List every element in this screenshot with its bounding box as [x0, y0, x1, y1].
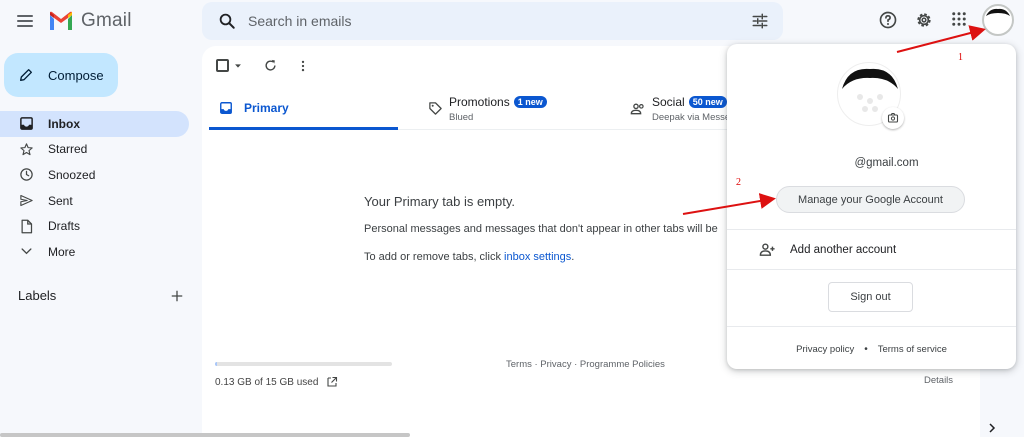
account-popup: @gmail.com Manage your Google Account Ad…: [727, 44, 1016, 369]
clock-icon: [18, 167, 34, 183]
sidebar-item-sent[interactable]: Sent: [0, 188, 189, 214]
sidebar-item-label: Drafts: [48, 219, 81, 234]
hint-suffix: .: [571, 251, 575, 263]
separator-dot: •: [864, 344, 868, 355]
empty-state-text: Personal messages and messages that don'…: [364, 223, 718, 235]
person-add-icon: [759, 243, 775, 256]
add-label-icon[interactable]: [170, 289, 184, 303]
open-external-icon[interactable]: [326, 376, 338, 388]
settings-icon[interactable]: [914, 10, 934, 30]
hint-prefix: To add or remove tabs, click: [364, 251, 505, 263]
sidebar-item-more[interactable]: More: [0, 239, 189, 265]
storage-bar-fill: [215, 362, 217, 366]
avatar-image: [986, 8, 1010, 16]
divider: [727, 229, 1016, 230]
pencil-icon: [20, 69, 32, 81]
tab-subtext: Blued: [449, 112, 474, 123]
search-input[interactable]: [248, 10, 728, 32]
privacy-policy-link[interactable]: Privacy policy: [796, 344, 854, 355]
camera-icon[interactable]: [882, 107, 904, 129]
add-account-button[interactable]: Add another account: [759, 241, 896, 258]
popup-footer: Privacy policy • Terms of service: [727, 344, 1016, 355]
sidebar-item-inbox[interactable]: Inbox: [0, 111, 189, 137]
storage-meter: 0.13 GB of 15 GB used: [215, 362, 392, 388]
divider: [727, 269, 1016, 270]
tab-social[interactable]: Social 50 new Deepak via Messe: [620, 88, 740, 130]
chevron-right-icon[interactable]: [986, 422, 998, 434]
annotation-step-1: 1: [958, 52, 963, 63]
horizontal-scrollbar[interactable]: [0, 433, 410, 437]
tab-label-text: Social: [652, 95, 685, 109]
sidebar-item-label: Inbox: [48, 116, 80, 131]
inbox-settings-link[interactable]: inbox settings: [504, 251, 571, 263]
chevron-down-icon: [18, 244, 34, 260]
sidebar-item-label: Snoozed: [48, 167, 96, 182]
search-bar[interactable]: [202, 2, 783, 40]
divider: [727, 326, 1016, 327]
sidebar-item-label: Starred: [48, 142, 88, 157]
details-link[interactable]: Details: [924, 375, 953, 386]
more-vert-icon[interactable]: [296, 59, 310, 73]
star-icon: [18, 141, 34, 157]
account-email: @gmail.com: [854, 157, 919, 169]
select-all-checkbox[interactable]: [216, 59, 229, 72]
tab-primary[interactable]: Primary: [209, 88, 398, 130]
new-badge: 1 new: [513, 96, 547, 108]
sidebar-item-label: More: [48, 244, 76, 259]
manage-account-button[interactable]: Manage your Google Account: [776, 186, 965, 213]
gmail-m-icon: [50, 11, 72, 30]
sign-out-button[interactable]: Sign out: [828, 282, 913, 312]
footer-links[interactable]: Terms · Privacy · Programme Policies: [506, 359, 665, 370]
inbox-icon: [220, 102, 232, 114]
terms-of-service-link[interactable]: Terms of service: [878, 344, 947, 355]
empty-state: Your Primary tab is empty. Personal mess…: [364, 194, 764, 279]
gmail-logo[interactable]: Gmail: [48, 10, 132, 32]
annotation-step-2: 2: [736, 177, 741, 188]
labels-header: Labels: [18, 288, 184, 303]
draft-icon: [18, 218, 34, 234]
sidebar-nav: Inbox Starred Snoozed Sent Drafts More: [0, 111, 189, 265]
apps-icon[interactable]: [950, 10, 968, 28]
storage-bar: [215, 362, 392, 366]
compose-button[interactable]: Compose: [4, 53, 118, 97]
search-icon[interactable]: [218, 12, 236, 30]
tab-promotions[interactable]: Promotions 1 new Blued: [418, 88, 608, 130]
chevron-down-icon[interactable]: [233, 61, 243, 71]
tab-label-text: Promotions: [449, 95, 510, 109]
people-icon: [630, 103, 644, 115]
inbox-icon: [18, 116, 34, 132]
tab-subtext: Deepak via Messe: [652, 112, 731, 123]
labels-heading: Labels: [18, 288, 57, 303]
tab-label: Promotions 1 new: [449, 95, 547, 109]
new-badge: 50 new: [688, 96, 727, 108]
compose-label: Compose: [48, 67, 104, 83]
tune-icon[interactable]: [751, 12, 769, 30]
add-account-label: Add another account: [790, 243, 897, 256]
logo-text: Gmail: [81, 10, 132, 31]
tag-icon: [429, 102, 442, 115]
sidebar-item-label: Sent: [48, 193, 73, 208]
menu-icon[interactable]: [14, 10, 36, 32]
sidebar-item-drafts[interactable]: Drafts: [0, 213, 189, 239]
send-icon: [18, 193, 34, 209]
tab-label: Social 50 new: [652, 95, 727, 109]
sidebar-item-snoozed[interactable]: Snoozed: [0, 162, 189, 188]
refresh-icon[interactable]: [263, 58, 278, 73]
empty-state-hint: To add or remove tabs, click inbox setti…: [364, 251, 764, 263]
empty-state-title: Your Primary tab is empty.: [364, 194, 515, 209]
top-bar: Gmail: [0, 0, 1024, 42]
sidebar-item-starred[interactable]: Starred: [0, 137, 189, 163]
mail-toolbar: [216, 58, 310, 73]
tab-label: Primary: [244, 101, 289, 115]
storage-text: 0.13 GB of 15 GB used: [215, 376, 319, 388]
account-avatar[interactable]: [982, 4, 1014, 36]
help-icon[interactable]: [878, 10, 898, 30]
